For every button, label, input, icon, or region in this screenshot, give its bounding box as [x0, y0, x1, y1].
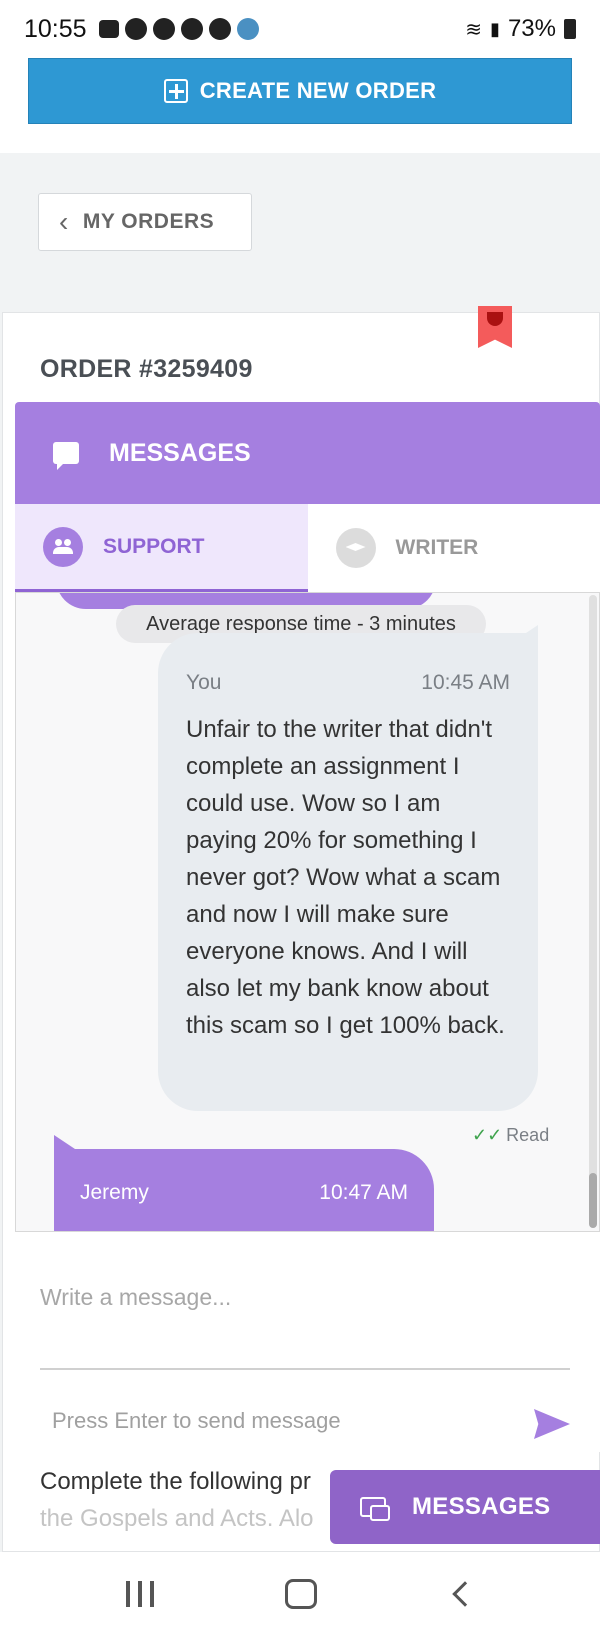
message-time: 10:47 AM	[319, 1181, 408, 1204]
read-label: Read	[506, 1125, 550, 1145]
system-indicators: ≋ ▮ 73%	[465, 15, 576, 43]
writer-avatar	[335, 528, 376, 568]
chat-icon	[53, 442, 79, 470]
messages-header: MESSAGES	[15, 402, 600, 504]
add-box-icon	[163, 79, 188, 103]
message-sender: You	[186, 671, 222, 694]
my-orders-label: MY ORDERS	[82, 210, 215, 233]
support-message-bubble: Jeremy 10:47 AM	[54, 1149, 434, 1231]
messages-header-label: MESSAGES	[109, 438, 251, 467]
floating-messages-button[interactable]: MESSAGES	[330, 1470, 600, 1544]
shield-icon	[180, 18, 203, 40]
tab-writer-label: WRITER	[395, 536, 479, 559]
chevron-left-icon: ‹	[59, 206, 69, 237]
message-tabs: SUPPORT WRITER	[15, 504, 600, 592]
message-meta: You 10:45 AM	[186, 671, 510, 695]
double-check-icon: ✓✓	[472, 1125, 503, 1145]
my-orders-button[interactable]: ‹ MY ORDERS	[38, 193, 252, 251]
graduation-cap-icon	[345, 543, 366, 551]
notification-icons	[98, 18, 259, 40]
shield-icon	[152, 18, 175, 40]
tab-support[interactable]: SUPPORT	[15, 504, 308, 592]
enter-hint: Press Enter to send message	[52, 1408, 341, 1433]
message-text: Unfair to the writer that didn't complet…	[186, 716, 505, 1039]
signal-icon: ▮	[490, 18, 500, 39]
chat-notification-icon	[98, 20, 119, 38]
message-meta: Jeremy 10:47 AM	[80, 1181, 408, 1205]
my-message-bubble: You 10:45 AM Unfair to the writer that d…	[158, 633, 538, 1111]
create-order-label: CREATE NEW ORDER	[199, 78, 437, 103]
app-avatar-icon	[236, 18, 259, 40]
tab-support-label: SUPPORT	[103, 534, 205, 558]
chat-scrollbar-thumb[interactable]	[589, 1173, 597, 1228]
chat-thread[interactable]: Average response time - 3 minutes You 10…	[15, 592, 600, 1232]
battery-level: 73%	[507, 15, 556, 42]
chat-scrollbar[interactable]	[589, 595, 597, 1215]
message-time: 10:45 AM	[421, 671, 510, 694]
floating-messages-label: MESSAGES	[412, 1493, 551, 1520]
wifi-icon: ≋	[465, 18, 483, 41]
message-input[interactable]	[40, 1270, 570, 1370]
chat-bubbles-icon	[360, 1497, 390, 1521]
battery-icon	[564, 19, 576, 39]
order-description: Complete the following pr	[40, 1468, 311, 1495]
people-icon	[53, 538, 73, 554]
support-avatar	[43, 526, 83, 567]
at-sign-icon	[208, 18, 231, 40]
android-nav-bar	[0, 1552, 600, 1635]
trophy-icon	[487, 312, 503, 326]
tab-writer[interactable]: WRITER	[307, 504, 600, 592]
message-sender: Jeremy	[80, 1181, 149, 1204]
shield-icon	[124, 18, 147, 40]
read-receipt: ✓✓ Read	[472, 1125, 549, 1146]
order-description-faded: the Gospels and Acts. Alo	[40, 1505, 314, 1532]
create-new-order-button[interactable]: CREATE NEW ORDER	[28, 58, 572, 124]
home-icon[interactable]	[284, 1578, 317, 1609]
status-bar: 10:55 ≋ ▮ 73%	[0, 0, 600, 58]
back-icon[interactable]	[452, 1580, 479, 1607]
order-title: ORDER #3259409	[40, 355, 253, 383]
recents-icon[interactable]	[125, 1580, 154, 1607]
status-time: 10:55	[24, 14, 87, 43]
